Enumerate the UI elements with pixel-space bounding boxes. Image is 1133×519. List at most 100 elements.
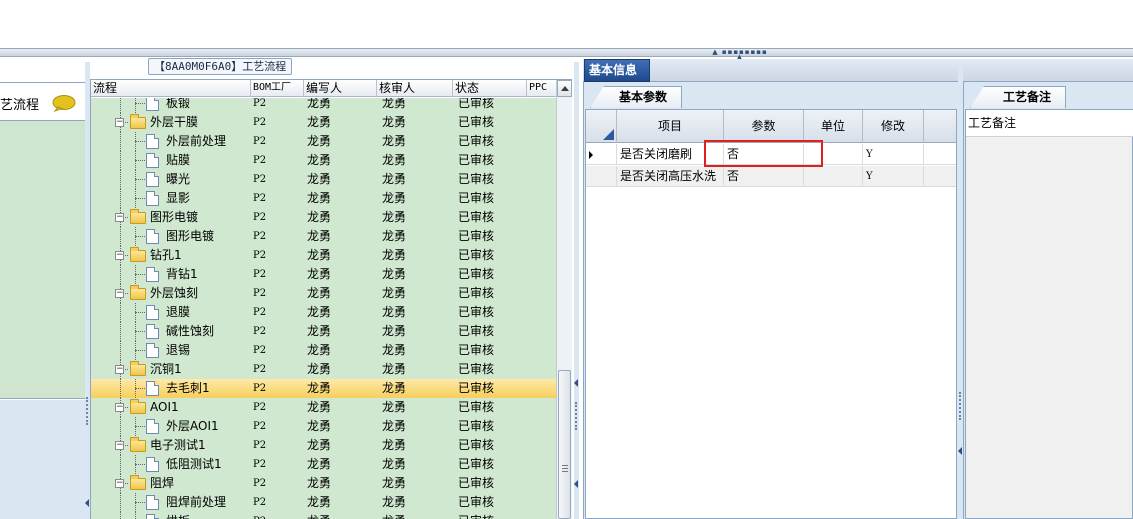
cell-item: 是否关闭高压水洗	[617, 166, 724, 187]
cell-bom-factory: P2	[253, 497, 267, 508]
tree-item-row[interactable]: 显影 P2 龙勇 龙勇 已审核	[91, 189, 556, 208]
cell-unit[interactable]	[804, 166, 863, 187]
collapse-toggle-icon[interactable]: −	[115, 365, 124, 374]
tree-folder-row[interactable]: − 阻焊 P2 龙勇 龙勇 已审核	[91, 474, 556, 493]
cell-process-name: 外层干膜	[150, 115, 199, 129]
tree-item-row[interactable]: 低阻测试1 P2 龙勇 龙勇 已审核	[91, 455, 556, 474]
tree-connector	[135, 160, 145, 161]
splitter-dots	[86, 397, 88, 425]
select-all-corner-icon[interactable]	[603, 129, 614, 140]
column-header-process[interactable]: 流程	[91, 80, 251, 97]
cell-author: 龙勇	[307, 381, 332, 395]
tab-process-remark[interactable]: 工艺备注	[970, 86, 1066, 108]
tree-item-row[interactable]: 背钻1 P2 龙勇 龙勇 已审核	[91, 265, 556, 284]
speech-bubble-icon[interactable]	[52, 95, 76, 112]
remark-area[interactable]	[965, 109, 1133, 519]
document-icon	[146, 191, 159, 206]
left-panel-header[interactable]: 艺流程	[0, 83, 85, 121]
process-panel-title: 【8AA0M0F6A0】工艺流程	[148, 58, 293, 75]
column-header-param[interactable]: 参数	[724, 110, 804, 143]
collapse-toggle-icon[interactable]: −	[115, 479, 124, 488]
collapse-arrow-icon[interactable]	[958, 447, 962, 455]
scroll-up-arrow-icon[interactable]	[557, 80, 572, 97]
tree-item-row[interactable]: 外层AOI1 P2 龙勇 龙勇 已审核	[91, 417, 556, 436]
column-header-bom-factory[interactable]: BOM工厂	[251, 80, 304, 97]
tab-basic-params[interactable]: 基本参数	[590, 86, 682, 108]
cell-process-name: 退锡	[166, 343, 191, 357]
cell-modify[interactable]: Y	[863, 166, 924, 187]
cell-process-name: 外层前处理	[166, 134, 227, 148]
column-header-author[interactable]: 编写人	[304, 80, 377, 97]
cell-process-name: 阻焊	[150, 476, 175, 490]
cell-status: 已审核	[458, 115, 495, 129]
column-header-item[interactable]: 项目	[617, 110, 724, 143]
document-icon	[146, 324, 159, 339]
cell-reviewer: 龙勇	[382, 438, 407, 452]
tree-connector	[135, 236, 145, 237]
collapse-toggle-icon[interactable]: −	[115, 213, 124, 222]
collapse-toggle-icon[interactable]: −	[115, 441, 124, 450]
tree-item-row[interactable]: 碱性蚀刻 P2 龙勇 龙勇 已审核	[91, 322, 556, 341]
tree-connector	[120, 151, 121, 170]
tree-item-row[interactable]: 曝光 P2 龙勇 龙勇 已审核	[91, 170, 556, 189]
cell-author: 龙勇	[307, 512, 331, 519]
cell-reviewer: 龙勇	[382, 191, 407, 205]
document-icon	[146, 457, 159, 472]
document-icon	[146, 98, 159, 111]
collapse-arrow-icon[interactable]	[574, 480, 578, 488]
column-header-modify[interactable]: 修改	[863, 110, 924, 143]
cell-bom-factory: P2	[253, 440, 267, 451]
tree-item-row[interactable]: 烘板 P2 龙勇 龙勇 已审核	[91, 512, 556, 519]
tree-item-row[interactable]: 阻焊前处理 P2 龙勇 龙勇 已审核	[91, 493, 556, 512]
cell-reviewer: 龙勇	[382, 400, 407, 414]
scrollbar-thumb[interactable]	[558, 370, 571, 519]
tree-connector	[135, 464, 145, 465]
top-splitter[interactable]	[0, 48, 1133, 57]
tree-folder-row[interactable]: − 沉铜1 P2 龙勇 龙勇 已审核	[91, 360, 556, 379]
collapse-arrow-icon[interactable]	[574, 379, 578, 387]
tree-item-row[interactable]: 图形电镀 P2 龙勇 龙勇 已审核	[91, 227, 556, 246]
cell-author: 龙勇	[307, 457, 332, 471]
middle-splitter[interactable]	[574, 62, 579, 519]
column-header-ppc[interactable]: PPC	[527, 80, 556, 97]
tree-item-row[interactable]: 外层前处理 P2 龙勇 龙勇 已审核	[91, 132, 556, 151]
column-header-status[interactable]: 状态	[453, 80, 527, 97]
left-panel-label: 艺流程	[0, 98, 40, 113]
tree-folder-row[interactable]: − 外层干膜 P2 龙勇 龙勇 已审核	[91, 113, 556, 132]
process-table-header: 流程 BOM工厂 编写人 核审人 状态 PPC	[91, 80, 556, 97]
cell-process-name: AOI1	[150, 400, 179, 414]
cell-reviewer: 龙勇	[382, 229, 407, 243]
column-header-unit[interactable]: 单位	[804, 110, 863, 143]
cell-modify[interactable]: Y	[863, 144, 924, 165]
cell-status: 已审核	[458, 229, 495, 243]
tree-folder-row[interactable]: − AOI1 P2 龙勇 龙勇 已审核	[91, 398, 556, 417]
collapse-toggle-icon[interactable]: −	[115, 289, 124, 298]
tree-item-row[interactable]: 贴膜 P2 龙勇 龙勇 已审核	[91, 151, 556, 170]
tree-folder-row[interactable]: − 电子测试1 P2 龙勇 龙勇 已审核	[91, 436, 556, 455]
splitter-grip[interactable]: ▲ ▪▪▪▪▪▪▪▪ ▲	[710, 49, 770, 61]
cell-bom-factory: P2	[253, 193, 267, 204]
tree-item-row[interactable]: 板锻 P2 龙勇 龙勇 已审核	[91, 98, 556, 113]
tree-folder-row[interactable]: − 外层蚀刻 P2 龙勇 龙勇 已审核	[91, 284, 556, 303]
collapse-left-arrow-icon[interactable]	[85, 499, 89, 507]
tree-item-row[interactable]: 去毛刺1 P2 龙勇 龙勇 已审核	[91, 379, 556, 398]
cell-param[interactable]: 否	[724, 166, 804, 187]
folder-icon	[130, 437, 146, 452]
column-header-reviewer[interactable]: 核审人	[377, 80, 453, 97]
tree-connector	[135, 141, 145, 142]
table-row[interactable]: 是否关闭高压水洗 否 Y	[586, 166, 956, 187]
tab-basic-info[interactable]: 基本信息	[584, 59, 650, 82]
tree-folder-row[interactable]: − 图形电镀 P2 龙勇 龙勇 已审核	[91, 208, 556, 227]
cell-status: 已审核	[458, 476, 495, 490]
cell-status: 已审核	[458, 172, 495, 186]
tree-folder-row[interactable]: − 钻孔1 P2 龙勇 龙勇 已审核	[91, 246, 556, 265]
tree-item-row[interactable]: 退膜 P2 龙勇 龙勇 已审核	[91, 303, 556, 322]
tree-item-row[interactable]: 退锡 P2 龙勇 龙勇 已审核	[91, 341, 556, 360]
folder-icon	[130, 247, 146, 262]
collapse-toggle-icon[interactable]: −	[115, 403, 124, 412]
tree-scrollbar[interactable]	[556, 80, 572, 519]
cell-process-name: 电子测试1	[150, 438, 206, 452]
collapse-toggle-icon[interactable]: −	[115, 251, 124, 260]
collapse-toggle-icon[interactable]: −	[115, 118, 124, 127]
cell-reviewer: 龙勇	[382, 115, 407, 129]
